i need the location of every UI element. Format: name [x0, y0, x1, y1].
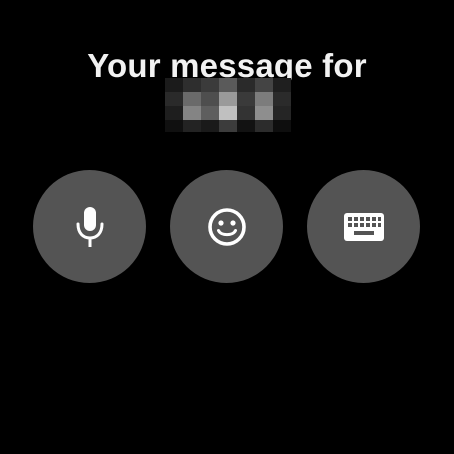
keyboard-button[interactable]	[307, 170, 420, 283]
smiley-face-icon	[207, 207, 246, 246]
keyboard-icon	[343, 212, 384, 241]
emoji-button[interactable]	[170, 170, 283, 283]
microphone-icon	[76, 206, 103, 247]
voice-input-button[interactable]	[33, 170, 146, 283]
recipient-name-pixelated	[165, 78, 293, 132]
